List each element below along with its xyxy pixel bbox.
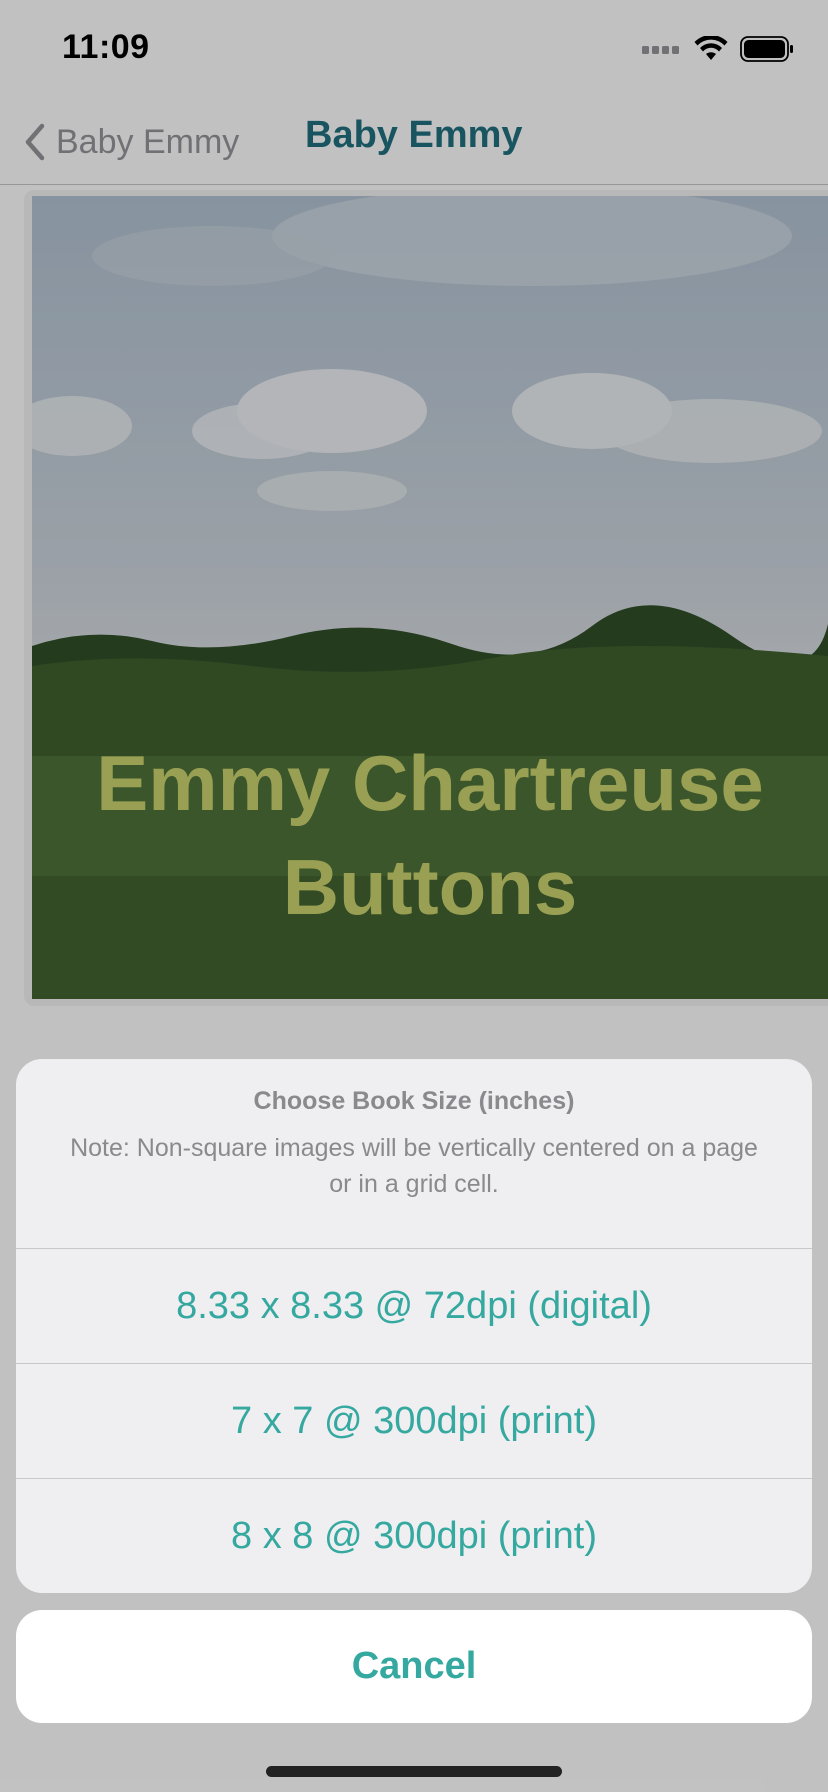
home-indicator[interactable] [266, 1766, 562, 1777]
cancel-button[interactable]: Cancel [16, 1610, 812, 1723]
screen: 11:09 Baby Emmy Baby Emmy Emmy Chartreus… [0, 0, 828, 1792]
option-print-8x8[interactable]: 8 x 8 @ 300dpi (print) [16, 1479, 812, 1593]
option-digital-8-33[interactable]: 8.33 x 8.33 @ 72dpi (digital) [16, 1249, 812, 1364]
action-sheet-title: Choose Book Size (inches) [253, 1087, 575, 1115]
action-sheet-message: Note: Non-square images will be vertical… [70, 1134, 758, 1198]
action-sheet-header: Choose Book Size (inches) Note: Non-squa… [16, 1059, 812, 1249]
option-print-7x7[interactable]: 7 x 7 @ 300dpi (print) [16, 1364, 812, 1479]
action-sheet: Choose Book Size (inches) Note: Non-squa… [16, 1059, 812, 1593]
